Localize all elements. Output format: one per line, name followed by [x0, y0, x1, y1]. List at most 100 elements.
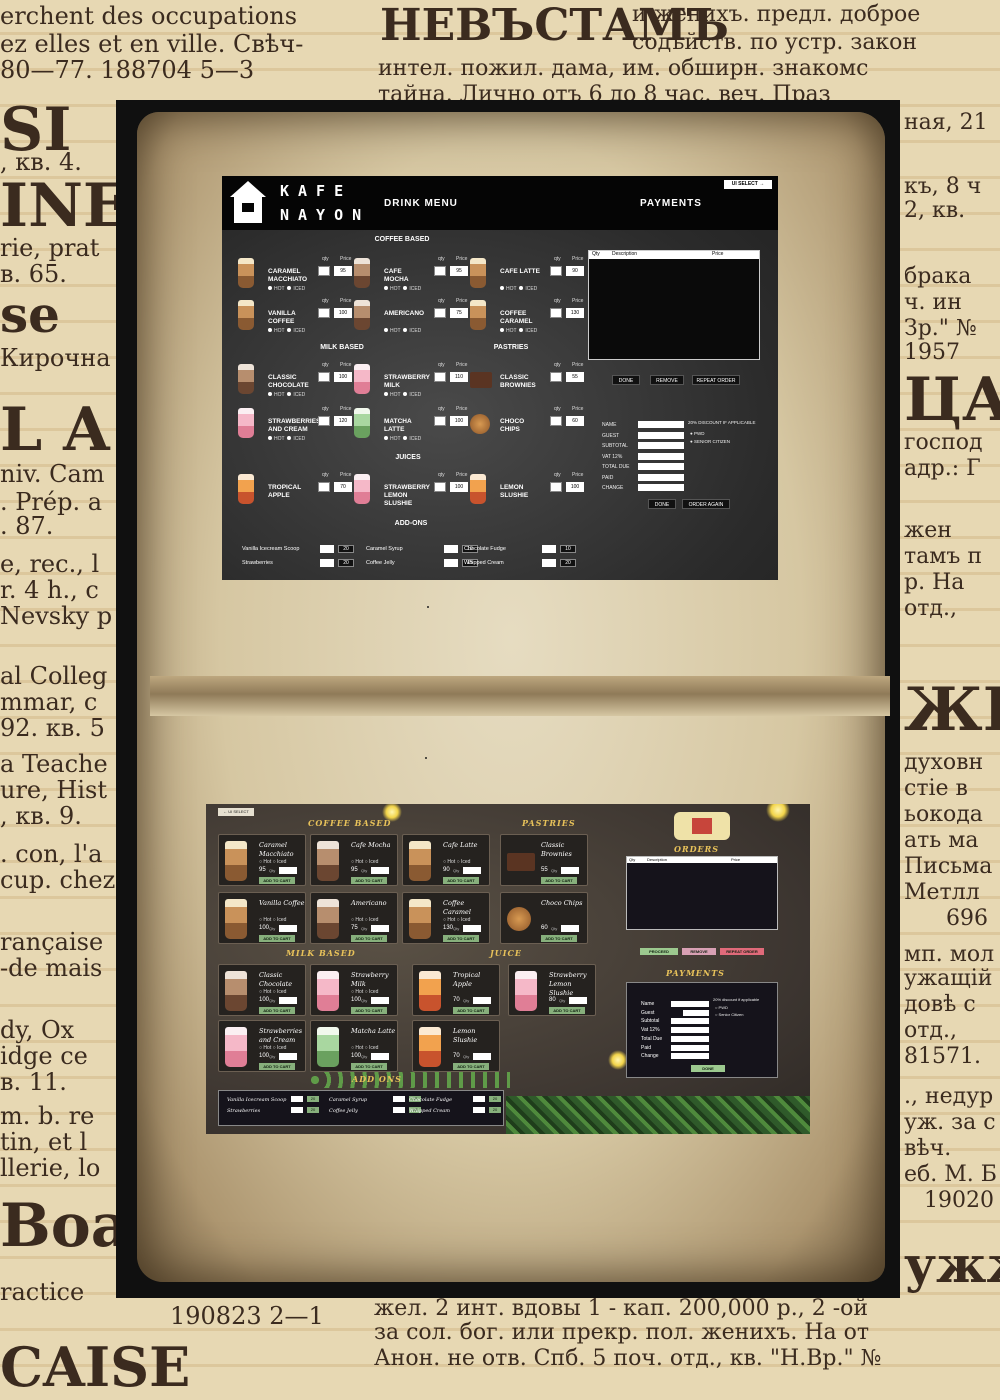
menu-item[interactable]: COFFEE CARAMEL qty Price 130 HOT ICED — [470, 298, 584, 340]
qty-input[interactable]: Qty — [463, 997, 491, 1004]
proceed-button[interactable]: PROCEED — [640, 948, 678, 955]
hot-iced-options[interactable]: ○ Hot ○ Iced — [259, 1045, 286, 1051]
payment-field[interactable] — [638, 463, 684, 470]
qty-input[interactable]: Qty — [269, 1053, 297, 1060]
addon-qty-input[interactable] — [444, 545, 458, 553]
qty-input[interactable] — [550, 372, 562, 382]
addon-qty-input[interactable] — [320, 559, 334, 567]
menu-card[interactable]: Tropical Apple 70 Qty ADD TO CART — [412, 964, 500, 1016]
qty-input[interactable]: Qty — [551, 925, 579, 932]
payment-field[interactable] — [638, 452, 684, 460]
radio-icon[interactable] — [268, 392, 272, 396]
add-to-cart-button[interactable]: ADD TO CART — [351, 877, 387, 884]
add-to-cart-button[interactable]: ADD TO CART — [541, 935, 577, 942]
menu-card[interactable]: Strawberry Lemon Slushie 80 Qty ADD TO CART — [508, 964, 596, 1016]
pwd-option[interactable]: ● PWD — [690, 431, 704, 436]
radio-icon[interactable] — [403, 286, 408, 290]
qty-input[interactable] — [550, 266, 562, 276]
radio-icon[interactable] — [384, 328, 388, 332]
senior-option-2[interactable]: ○ Senior Citizen — [715, 1012, 743, 1017]
qty-input[interactable] — [434, 308, 446, 318]
add-to-cart-button[interactable]: ADD TO CART — [259, 877, 295, 884]
pwd-option-2[interactable]: ○ PWD — [715, 1005, 728, 1010]
hot-iced-options[interactable]: HOT ICED — [268, 328, 305, 334]
qty-input[interactable] — [550, 308, 562, 318]
senior-option[interactable]: ● SENIOR CITIZEN — [690, 439, 730, 444]
hot-iced-options[interactable]: ○ Hot ○ Iced — [259, 859, 286, 865]
radio-icon[interactable] — [287, 392, 292, 396]
hot-iced-options[interactable]: ○ Hot ○ Iced — [443, 917, 470, 923]
radio-icon[interactable] — [268, 436, 272, 440]
add-to-cart-button[interactable]: ADD TO CART — [259, 1063, 295, 1070]
qty-input[interactable] — [434, 372, 446, 382]
hot-iced-options[interactable]: HOT ICED — [268, 436, 305, 442]
menu-item[interactable]: CHOCO CHIPS qty Price 60 — [470, 406, 584, 448]
add-to-cart-button[interactable]: ADD TO CART — [443, 877, 479, 884]
menu-item[interactable]: CAFE LATTE qty Price 90 HOT ICED — [470, 256, 584, 298]
repeat-order-button[interactable]: REPEAT ORDER — [692, 375, 740, 385]
qty-input[interactable] — [318, 266, 330, 276]
hot-iced-options[interactable]: HOT ICED — [384, 436, 421, 442]
qty-input[interactable]: Qty — [361, 997, 389, 1004]
qty-input[interactable] — [550, 482, 562, 492]
menu-item[interactable]: CARAMEL MACCHIATO qty Price 95 HOT ICED — [238, 256, 352, 298]
menu-item[interactable]: AMERICANO qty Price 75 HOT ICED — [354, 298, 468, 340]
qty-input[interactable]: Qty — [463, 1053, 491, 1060]
qty-input[interactable] — [318, 416, 330, 426]
menu-card[interactable]: Strawberry Milk ○ Hot ○ Iced 100 Qty ADD TO … — [310, 964, 398, 1016]
menu-item[interactable]: STRAWBERRY MILK qty Price 110 HOT ICED — [354, 362, 468, 404]
qty-input[interactable] — [318, 308, 330, 318]
qty-input[interactable]: Qty — [269, 997, 297, 1004]
hot-iced-options[interactable]: ○ Hot ○ Iced — [351, 917, 378, 923]
radio-icon[interactable] — [403, 436, 408, 440]
menu-card[interactable]: Classic Chocolate ○ Hot ○ Iced 100 Qty ADD T… — [218, 964, 306, 1016]
radio-icon[interactable] — [403, 328, 408, 332]
qty-input[interactable]: Qty — [269, 925, 297, 932]
qty-input[interactable]: Qty — [453, 925, 481, 932]
radio-icon[interactable] — [384, 392, 388, 396]
menu-card[interactable]: Vanilla Coffee ○ Hot ○ Iced 100 Qty ADD TO C… — [218, 892, 306, 944]
repeat-order-button-2[interactable]: REPEAT ORDER — [720, 948, 764, 955]
qty-input[interactable] — [318, 372, 330, 382]
remove-button[interactable]: REMOVE — [650, 375, 684, 385]
menu-item[interactable]: LEMON SLUSHIE qty Price 100 — [470, 472, 584, 514]
hot-iced-options[interactable]: HOT ICED — [500, 328, 537, 334]
add-to-cart-button[interactable]: ADD TO CART — [549, 1007, 585, 1014]
radio-icon[interactable] — [287, 286, 292, 290]
menu-card[interactable]: Caramel Macchiato ○ Hot ○ Iced 95 Qty ADD TO… — [218, 834, 306, 886]
payment-field[interactable] — [671, 1053, 709, 1060]
hot-iced-options[interactable]: HOT ICED — [384, 328, 421, 334]
menu-card[interactable]: Matcha Latte ○ Hot ○ Iced 100 Qty ADD TO CAR… — [310, 1020, 398, 1072]
addon-qty-input[interactable] — [291, 1107, 303, 1113]
qty-input[interactable]: Qty — [551, 867, 579, 874]
menu-item[interactable]: STRAWBERRY LEMON SLUSHIE qty Price 100 — [354, 472, 468, 514]
menu-card[interactable]: Strawberries and Cream ○ Hot ○ Iced 100 Qty… — [218, 1020, 306, 1072]
payment-field[interactable] — [638, 484, 684, 491]
hot-iced-options[interactable]: ○ Hot ○ Iced — [259, 917, 286, 923]
payment-field[interactable] — [671, 1027, 709, 1034]
menu-card[interactable]: Choco Chips 60 Qty ADD TO CART — [500, 892, 588, 944]
addon-qty-input[interactable] — [320, 545, 334, 553]
payment-field[interactable] — [671, 1035, 709, 1042]
qty-input[interactable]: Qty — [361, 867, 389, 874]
add-to-cart-button[interactable]: ADD TO CART — [453, 1007, 489, 1014]
add-to-cart-button[interactable]: ADD TO CART — [443, 935, 479, 942]
hot-iced-options[interactable]: HOT ICED — [384, 286, 421, 292]
radio-icon[interactable] — [500, 286, 504, 290]
menu-card[interactable]: Coffee Caramel ○ Hot ○ Iced 130 Qty ADD TO C… — [402, 892, 490, 944]
order-again-button[interactable]: ORDER AGAIN — [682, 499, 730, 509]
qty-input[interactable]: Qty — [453, 867, 481, 874]
menu-card[interactable]: Americano ○ Hot ○ Iced 75 Qty ADD TO CART — [310, 892, 398, 944]
radio-icon[interactable] — [287, 436, 292, 440]
radio-icon[interactable] — [519, 286, 524, 290]
menu-card[interactable]: Classic Brownies 55 Qty ADD TO CART — [500, 834, 588, 886]
radio-icon[interactable] — [500, 328, 504, 332]
hot-iced-options[interactable]: ○ Hot ○ Iced — [351, 859, 378, 865]
menu-card[interactable]: Cafe Latte ○ Hot ○ Iced 90 Qty ADD TO CART — [402, 834, 490, 886]
payment-field[interactable] — [638, 431, 684, 439]
menu-item[interactable]: CLASSIC CHOCOLATE qty Price 100 HOT ICED — [238, 362, 352, 404]
radio-icon[interactable] — [268, 328, 272, 332]
hot-iced-options[interactable]: ○ Hot ○ Iced — [259, 989, 286, 995]
ui-select-back-button[interactable]: ← UI SELECT — [218, 808, 254, 816]
done-button[interactable]: DONE — [612, 375, 640, 385]
